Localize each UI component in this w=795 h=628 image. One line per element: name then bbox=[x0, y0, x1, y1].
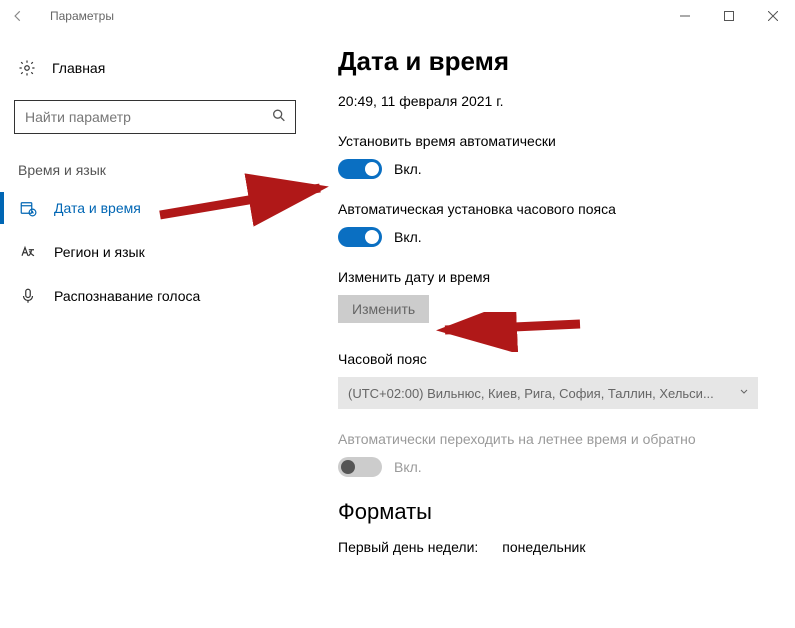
timezone-value: (UTC+02:00) Вильнюс, Киев, Рига, София, … bbox=[348, 386, 714, 401]
chevron-down-icon bbox=[738, 386, 750, 401]
home-nav[interactable]: Главная bbox=[0, 48, 310, 88]
close-button[interactable] bbox=[751, 0, 795, 32]
window-title: Параметры bbox=[50, 9, 114, 23]
auto-time-label: Установить время автоматически bbox=[338, 133, 777, 149]
search-input[interactable]: Найти параметр bbox=[14, 100, 296, 134]
main-content: Дата и время 20:49, 11 февраля 2021 г. У… bbox=[310, 32, 795, 628]
gear-icon bbox=[18, 59, 38, 77]
titlebar: Параметры bbox=[0, 0, 795, 32]
home-label: Главная bbox=[52, 60, 105, 76]
maximize-button[interactable] bbox=[707, 0, 751, 32]
first-day-value: понедельник bbox=[502, 539, 585, 555]
sidebar-item-speech[interactable]: Распознавание голоса bbox=[0, 274, 310, 318]
language-icon bbox=[18, 243, 38, 261]
change-dt-label: Изменить дату и время bbox=[338, 269, 777, 285]
calendar-clock-icon bbox=[18, 199, 38, 217]
sidebar-item-label: Дата и время bbox=[54, 200, 141, 216]
search-icon bbox=[271, 108, 287, 127]
dst-state: Вкл. bbox=[394, 459, 422, 475]
sidebar-item-date-time[interactable]: Дата и время bbox=[0, 186, 310, 230]
microphone-icon bbox=[18, 287, 38, 305]
sidebar-group-label: Время и язык bbox=[0, 146, 310, 186]
auto-tz-state: Вкл. bbox=[394, 229, 422, 245]
sidebar-item-label: Регион и язык bbox=[54, 244, 145, 260]
current-datetime: 20:49, 11 февраля 2021 г. bbox=[338, 93, 777, 109]
dst-toggle bbox=[338, 457, 382, 477]
formats-heading: Форматы bbox=[338, 499, 777, 525]
auto-tz-toggle[interactable] bbox=[338, 227, 382, 247]
auto-time-state: Вкл. bbox=[394, 161, 422, 177]
first-day-label: Первый день недели: bbox=[338, 539, 478, 555]
timezone-dropdown[interactable]: (UTC+02:00) Вильнюс, Киев, Рига, София, … bbox=[338, 377, 758, 409]
dst-label: Автоматически переходить на летнее время… bbox=[338, 431, 777, 447]
sidebar: Главная Найти параметр Время и язык Дата… bbox=[0, 32, 310, 628]
search-placeholder: Найти параметр bbox=[25, 109, 131, 125]
minimize-button[interactable] bbox=[663, 0, 707, 32]
auto-tz-label: Автоматическая установка часового пояса bbox=[338, 201, 777, 217]
back-button[interactable] bbox=[0, 0, 36, 32]
sidebar-item-region-language[interactable]: Регион и язык bbox=[0, 230, 310, 274]
auto-time-toggle[interactable] bbox=[338, 159, 382, 179]
timezone-label: Часовой пояс bbox=[338, 351, 777, 367]
change-button[interactable]: Изменить bbox=[338, 295, 429, 323]
page-heading: Дата и время bbox=[338, 46, 777, 77]
sidebar-item-label: Распознавание голоса bbox=[54, 288, 200, 304]
